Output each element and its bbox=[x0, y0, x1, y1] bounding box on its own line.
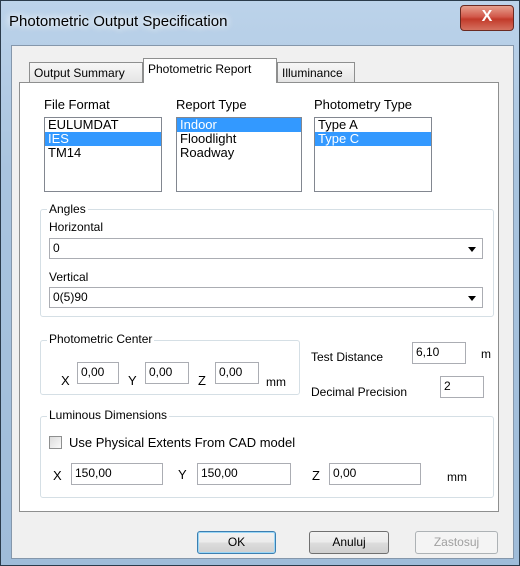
center-z-input[interactable]: 0,00 bbox=[215, 362, 259, 384]
list-item[interactable]: Type A bbox=[315, 118, 431, 132]
tab-illuminance[interactable]: Illuminance bbox=[277, 62, 355, 84]
list-item[interactable]: Type C bbox=[315, 132, 431, 146]
center-y-input[interactable]: 0,00 bbox=[145, 362, 189, 384]
vertical-angles-combo[interactable]: 0(5)90 bbox=[49, 287, 483, 308]
list-item[interactable]: TM14 bbox=[45, 146, 161, 160]
list-item[interactable]: EULUMDAT bbox=[45, 118, 161, 132]
center-x-input[interactable]: 0,00 bbox=[77, 362, 119, 384]
list-item[interactable]: Indoor bbox=[177, 118, 301, 132]
photometry-type-listbox[interactable]: Type A Type C bbox=[314, 117, 432, 192]
test-distance-unit-label: m bbox=[481, 347, 491, 361]
tab-photometric-report[interactable]: Photometric Report bbox=[143, 58, 277, 83]
vertical-angles-value: 0(5)90 bbox=[53, 290, 88, 304]
center-z-label: Z bbox=[198, 373, 206, 388]
use-cad-extents-checkbox[interactable] bbox=[49, 436, 62, 449]
center-x-label: X bbox=[61, 373, 70, 388]
center-unit-label: mm bbox=[266, 375, 286, 389]
photometric-center-group-label: Photometric Center bbox=[47, 332, 155, 346]
dim-unit-label: mm bbox=[447, 470, 467, 484]
apply-button[interactable]: Zastosuj bbox=[415, 531, 498, 554]
center-y-label: Y bbox=[128, 373, 137, 388]
angles-group-label: Angles bbox=[47, 202, 88, 216]
list-item[interactable]: Roadway bbox=[177, 146, 301, 160]
use-cad-extents-label[interactable]: Use Physical Extents From CAD model bbox=[69, 435, 295, 450]
report-type-listbox[interactable]: Indoor Floodlight Roadway bbox=[176, 117, 302, 192]
list-item[interactable]: Floodlight bbox=[177, 132, 301, 146]
test-distance-label: Test Distance bbox=[311, 350, 384, 364]
tab-output-summary[interactable]: Output Summary bbox=[29, 62, 143, 84]
luminous-dimensions-group bbox=[40, 416, 494, 498]
chevron-down-icon[interactable] bbox=[468, 296, 476, 301]
photometry-type-label: Photometry Type bbox=[314, 97, 413, 112]
decimal-precision-input[interactable]: 2 bbox=[440, 376, 484, 398]
file-format-listbox[interactable]: EULUMDAT IES TM14 bbox=[44, 117, 162, 192]
report-type-label: Report Type bbox=[176, 97, 247, 112]
horizontal-angles-combo[interactable]: 0 bbox=[49, 238, 483, 259]
horizontal-angles-value: 0 bbox=[53, 241, 60, 255]
dim-z-input[interactable]: 0,00 bbox=[329, 463, 421, 485]
vertical-label: Vertical bbox=[49, 270, 89, 284]
list-item[interactable]: IES bbox=[45, 132, 161, 146]
close-button[interactable]: X bbox=[460, 5, 514, 31]
decimal-precision-label: Decimal Precision bbox=[311, 385, 408, 399]
dim-y-label: Y bbox=[178, 467, 187, 482]
dialog-window: Photometric Output Specification X Outpu… bbox=[0, 0, 520, 566]
luminous-dimensions-group-label: Luminous Dimensions bbox=[47, 408, 170, 422]
file-format-label: File Format bbox=[44, 97, 110, 112]
chevron-down-icon[interactable] bbox=[468, 247, 476, 252]
horizontal-label: Horizontal bbox=[49, 220, 104, 234]
cancel-button[interactable]: Anuluj bbox=[309, 531, 389, 554]
ok-button[interactable]: OK bbox=[197, 531, 276, 554]
dim-x-label: X bbox=[53, 468, 62, 483]
dim-x-input[interactable]: 150,00 bbox=[71, 463, 163, 485]
dim-y-input[interactable]: 150,00 bbox=[197, 463, 291, 485]
window-title: Photometric Output Specification bbox=[9, 13, 228, 30]
dim-z-label: Z bbox=[312, 468, 320, 483]
test-distance-input[interactable]: 6,10 bbox=[412, 342, 466, 364]
